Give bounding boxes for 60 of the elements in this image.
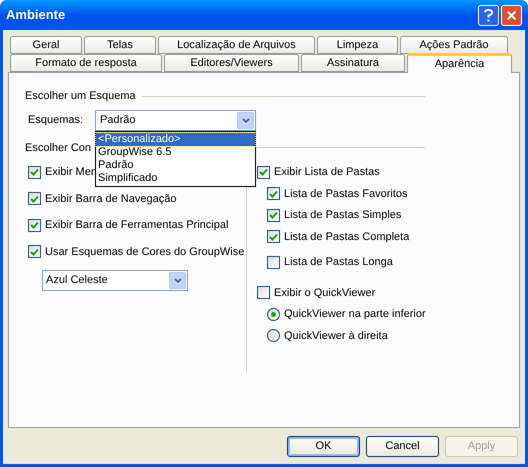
tab[interactable]: Geral bbox=[10, 36, 82, 54]
checkbox[interactable] bbox=[267, 208, 280, 222]
dialog-button[interactable]: Cancel bbox=[366, 436, 439, 457]
close-button[interactable] bbox=[501, 4, 522, 26]
tab[interactable]: Formato de resposta bbox=[10, 54, 162, 72]
radio-button[interactable] bbox=[267, 308, 280, 321]
question-mark-icon bbox=[484, 8, 493, 22]
checkbox-label: Exibir Lista de Pastas bbox=[274, 165, 380, 180]
help-button[interactable] bbox=[478, 4, 499, 26]
tab[interactable]: Limpeza bbox=[317, 36, 398, 54]
checkbox[interactable] bbox=[267, 230, 280, 244]
field-label: Esquemas: bbox=[28, 112, 84, 128]
caret-icon bbox=[242, 118, 250, 122]
dropdown-button[interactable] bbox=[237, 112, 254, 128]
tab[interactable]: Telas bbox=[84, 36, 156, 54]
checkbox-label: Lista de Pastas Simples bbox=[284, 208, 402, 223]
tab[interactable]: Localização de Arquivos bbox=[158, 36, 315, 54]
radio-label: QuickViewer à direita bbox=[284, 328, 388, 344]
dropdown-button[interactable] bbox=[169, 272, 186, 289]
dropdown-option[interactable]: Simplificado bbox=[96, 172, 256, 184]
tab[interactable]: Editores/Viewers bbox=[164, 54, 299, 72]
checkbox[interactable] bbox=[28, 218, 41, 232]
tab[interactable]: Aparência bbox=[407, 53, 512, 73]
check-icon bbox=[30, 194, 39, 203]
check-icon bbox=[30, 221, 39, 230]
dialog-button[interactable]: OK bbox=[287, 436, 360, 457]
check-icon bbox=[269, 211, 278, 220]
checkbox-label: Usar Esquemas de Cores do GroupWise bbox=[45, 244, 244, 260]
checkbox[interactable] bbox=[267, 187, 280, 200]
check-icon bbox=[259, 168, 268, 176]
tab[interactable]: Assinatura bbox=[301, 54, 405, 72]
checkbox[interactable] bbox=[257, 286, 270, 300]
scheme-select[interactable]: Padrão bbox=[95, 110, 256, 130]
checkbox[interactable] bbox=[28, 192, 41, 206]
dropdown-option[interactable]: GroupWise 6.5 bbox=[96, 146, 256, 158]
checkbox-label: Exibir Barra de Ferramentas Principal bbox=[45, 218, 228, 233]
radio-label: QuickViewer na parte inferior bbox=[284, 307, 426, 322]
window-title: Ambiente bbox=[6, 6, 66, 24]
checkbox-label: Exibir o QuickViewer bbox=[274, 286, 376, 300]
group-title: Escolher um Esquema bbox=[25, 89, 136, 104]
checkbox[interactable] bbox=[267, 256, 280, 269]
checkbox-label: Exibir Barra de Navegação bbox=[45, 192, 176, 206]
group-title: Escolher Con bbox=[25, 140, 92, 156]
radio-button[interactable] bbox=[267, 329, 280, 342]
checkbox[interactable] bbox=[28, 166, 41, 179]
tab[interactable]: Ações Padrão bbox=[400, 36, 508, 54]
color-scheme-select[interactable]: Azul Celeste bbox=[42, 270, 188, 291]
close-icon bbox=[506, 10, 517, 20]
check-icon bbox=[269, 190, 278, 198]
checkbox-label: Lista de Pastas Completa bbox=[284, 230, 410, 244]
checkbox[interactable] bbox=[28, 245, 41, 258]
checkbox-label: Lista de Pastas Longa bbox=[284, 255, 393, 270]
dropdown-option[interactable]: Padrão bbox=[96, 158, 256, 172]
caret-icon bbox=[174, 278, 182, 283]
dropdown-option[interactable]: <Personalizado> bbox=[96, 132, 256, 146]
check-icon bbox=[30, 248, 39, 256]
checkbox-label: Lista de Pastas Favoritos bbox=[284, 186, 408, 202]
check-icon bbox=[269, 232, 278, 241]
checkbox[interactable] bbox=[257, 166, 270, 179]
check-icon bbox=[30, 168, 39, 176]
